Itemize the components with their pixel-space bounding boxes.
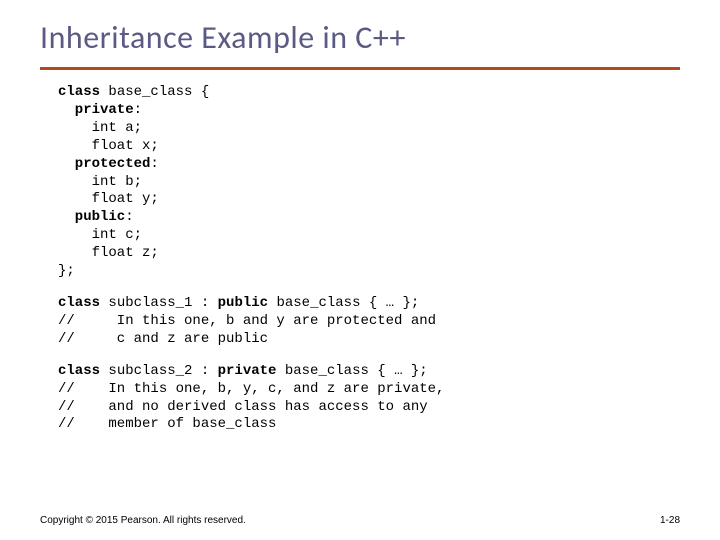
code-text: base_class { … }; [276, 363, 427, 379]
page-number: 1-28 [660, 515, 680, 526]
kw-class: class [58, 295, 100, 311]
title-rule [40, 67, 680, 70]
footer: Copyright © 2015 Pearson. All rights res… [40, 515, 680, 526]
kw-protected: protected [58, 156, 150, 172]
code-block-2: class subclass_1 : public base_class { …… [58, 295, 680, 349]
code-text: float y; [58, 191, 159, 207]
code-text: // In this one, b and y are protected an… [58, 313, 436, 329]
code-text: : [134, 102, 142, 118]
code-text: // c and z are public [58, 331, 268, 347]
spacer [40, 281, 680, 295]
code-text: subclass_2 : [100, 363, 218, 379]
copyright-text: Copyright © 2015 Pearson. All rights res… [40, 515, 246, 526]
code-text: }; [58, 263, 75, 279]
code-block-3: class subclass_2 : private base_class { … [58, 363, 680, 435]
spacer [40, 349, 680, 363]
kw-private: private [58, 102, 134, 118]
code-text: // member of base_class [58, 416, 276, 432]
page-title: Inheritance Example in C++ [40, 18, 680, 57]
code-text: float z; [58, 245, 159, 261]
kw-class: class [58, 84, 100, 100]
code-text: subclass_1 : [100, 295, 218, 311]
code-text: float x; [58, 138, 159, 154]
kw-public: public [58, 209, 125, 225]
slide: Inheritance Example in C++ class base_cl… [0, 0, 720, 540]
kw-class: class [58, 363, 100, 379]
code-text: // and no derived class has access to an… [58, 399, 428, 415]
code-text: base_class { … }; [268, 295, 419, 311]
code-text: int a; [58, 120, 142, 136]
code-text: int c; [58, 227, 142, 243]
code-text: int b; [58, 174, 142, 190]
code-text: : [125, 209, 133, 225]
code-text: base_class { [100, 84, 209, 100]
code-text: : [150, 156, 158, 172]
code-block-1: class base_class { private: int a; float… [58, 84, 680, 281]
code-text: // In this one, b, y, c, and z are priva… [58, 381, 444, 397]
kw-private: private [218, 363, 277, 379]
kw-public: public [218, 295, 268, 311]
